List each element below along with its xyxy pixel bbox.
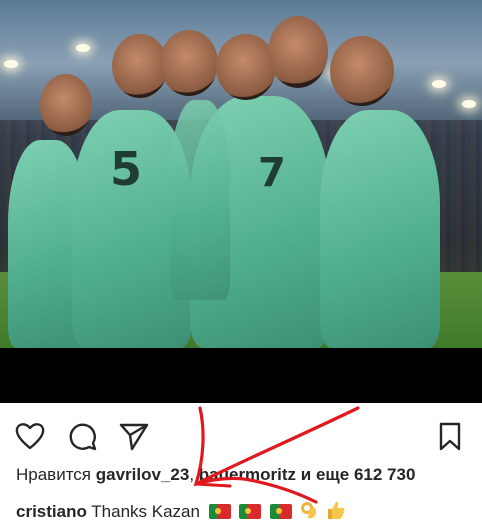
liker-username[interactable]: bauermoritz xyxy=(199,465,296,484)
portugal-flag-icon xyxy=(239,504,262,519)
likes-count[interactable]: 612 730 xyxy=(354,465,415,484)
ok-hand-icon xyxy=(300,502,316,519)
caption-username[interactable]: cristiano xyxy=(16,502,87,521)
comment-icon[interactable] xyxy=(66,420,98,452)
portugal-flag-icon xyxy=(208,504,231,519)
likes-line[interactable]: Нравится gavrilov_23, bauermoritz и еще … xyxy=(16,465,415,485)
post-actions xyxy=(0,403,482,463)
likes-conjunction: и еще xyxy=(300,465,350,484)
heart-icon[interactable] xyxy=(14,420,46,452)
portugal-flag-icon xyxy=(270,504,293,519)
caption-text: Thanks Kazan xyxy=(91,502,200,521)
players-huddle: 5 7 xyxy=(0,0,482,348)
liker-username[interactable]: gavrilov_23 xyxy=(96,465,190,484)
send-icon[interactable] xyxy=(118,420,150,452)
bookmark-icon[interactable] xyxy=(434,420,466,452)
post-photo[interactable]: 5 7 xyxy=(0,0,482,348)
letterbox-bar xyxy=(0,348,482,403)
post-caption: cristiano Thanks Kazan xyxy=(16,500,346,522)
thumbs-up-icon xyxy=(327,501,345,519)
likes-prefix: Нравится xyxy=(16,465,92,484)
